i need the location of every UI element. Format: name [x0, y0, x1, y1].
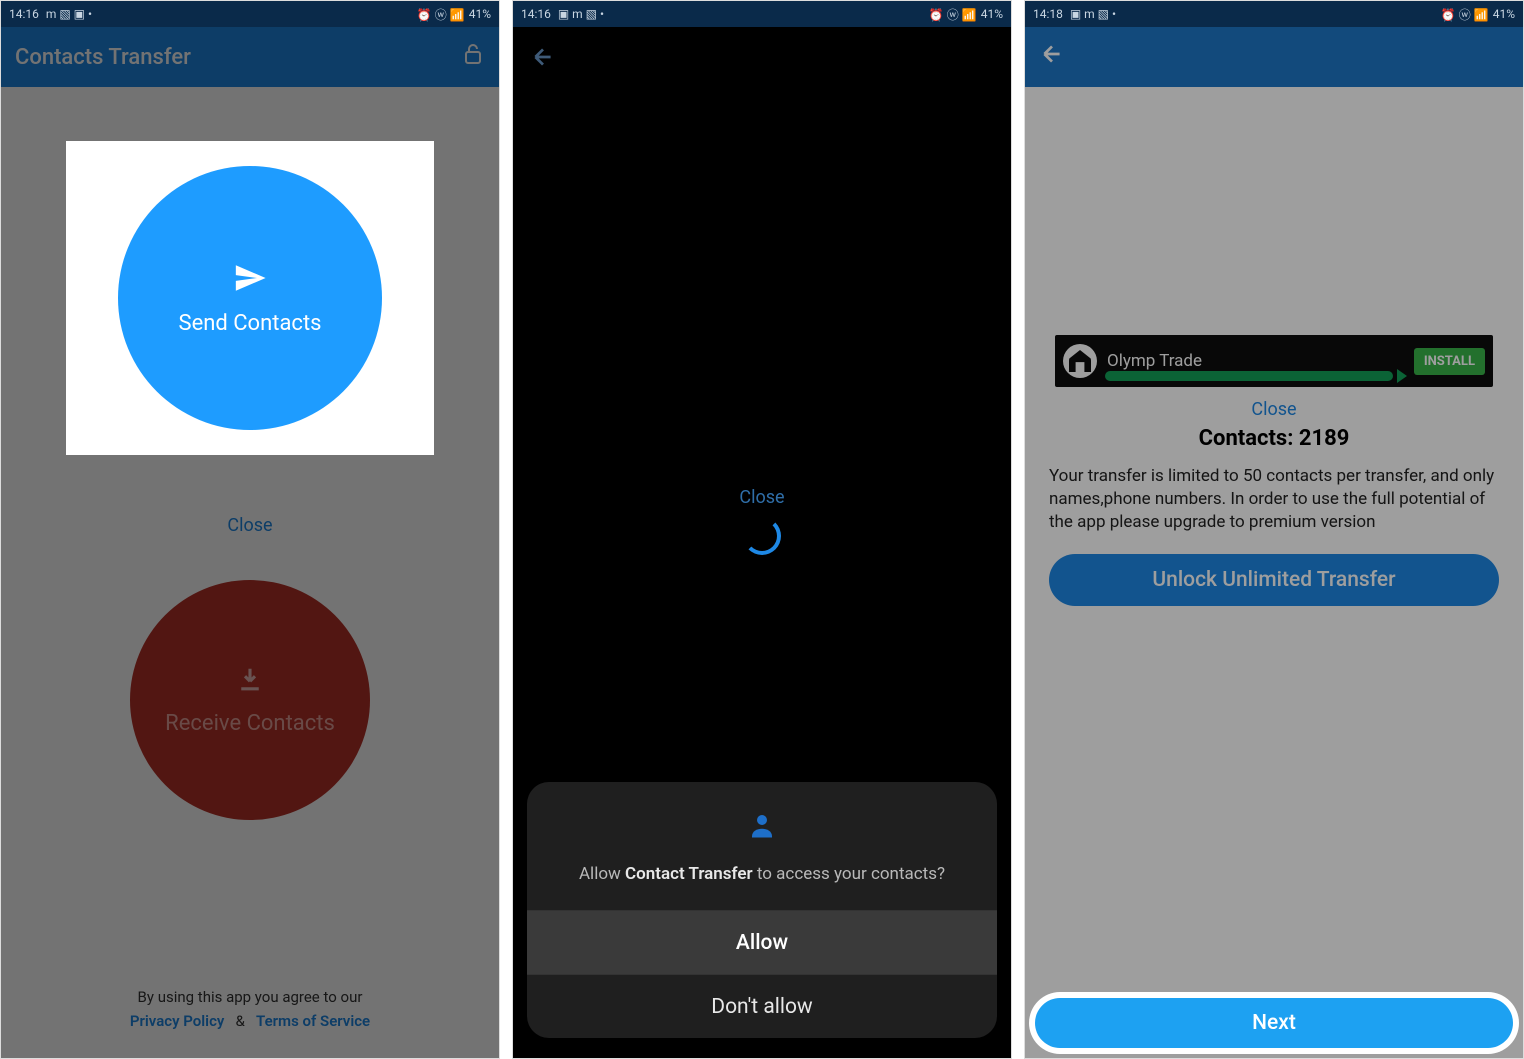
next-button[interactable]: Next: [1035, 998, 1513, 1048]
status-bar: 14:16 ▣ m ▧ • ⏰ ⓦ 📶 41%: [513, 1, 1011, 27]
send-icon: [233, 261, 267, 301]
screen-2-permission: 14:16 ▣ m ▧ • ⏰ ⓦ 📶 41% Close Allow Cont…: [512, 0, 1012, 1059]
status-icons-right: ⏰ ⓦ 📶: [1441, 6, 1489, 23]
perm-app-name: Contact Transfer: [625, 864, 753, 884]
dark-body: Close Allow Contact Transfer to access y…: [513, 27, 1011, 1058]
status-icons-right: ⏰ ⓦ 📶: [417, 6, 465, 23]
permission-dialog: Allow Contact Transfer to access your co…: [527, 782, 997, 1038]
status-icons-left: m ▧ ▣ •: [43, 7, 92, 21]
send-contacts-button[interactable]: Send Contacts: [118, 166, 382, 430]
battery-text: 41%: [981, 7, 1003, 21]
clock: 14:18: [1033, 7, 1063, 21]
dont-allow-button[interactable]: Don't allow: [527, 974, 997, 1038]
perm-suffix: to access your contacts?: [753, 864, 945, 884]
allow-button[interactable]: Allow: [527, 910, 997, 974]
dim-overlay: [1025, 27, 1523, 1058]
send-highlight-card: Send Contacts: [66, 141, 434, 455]
permission-text: Allow Contact Transfer to access your co…: [527, 864, 997, 910]
close-link[interactable]: Close: [513, 487, 1011, 508]
person-icon: [527, 810, 997, 848]
status-bar: 14:18 ▣ m ▧ • ⏰ ⓦ 📶 41%: [1025, 1, 1523, 27]
send-label: Send Contacts: [179, 311, 322, 336]
status-icons-left: ▣ m ▧ •: [1067, 7, 1116, 21]
status-icons-left: ▣ m ▧ •: [555, 7, 604, 21]
back-button[interactable]: [513, 27, 573, 87]
loading-spinner-icon: [743, 517, 781, 555]
clock: 14:16: [9, 7, 39, 21]
perm-prefix: Allow: [579, 864, 625, 884]
battery-text: 41%: [469, 7, 491, 21]
screen-1-send-contacts: 14:16 m ▧ ▣ • ⏰ ⓦ 📶 41% Contacts Transfe…: [0, 0, 500, 1059]
status-icons-right: ⏰ ⓦ 📶: [929, 6, 977, 23]
status-bar: 14:16 m ▧ ▣ • ⏰ ⓦ 📶 41%: [1, 1, 499, 27]
screen-3-contacts-count: 14:18 ▣ m ▧ • ⏰ ⓦ 📶 41% Olymp Trade INST…: [1024, 0, 1524, 1059]
battery-text: 41%: [1493, 7, 1515, 21]
clock: 14:16: [521, 7, 551, 21]
